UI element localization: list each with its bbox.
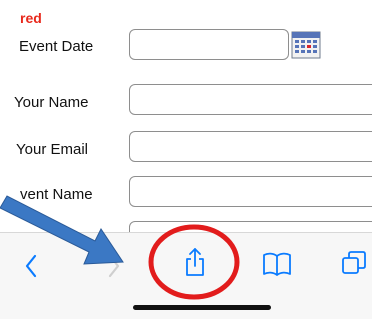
chevron-right-icon[interactable] [107,253,121,279]
calendar-button[interactable] [291,31,321,59]
event-date-input[interactable] [129,29,289,60]
your-email-label: Your Email [16,141,88,158]
tabs-icon[interactable] [340,249,368,277]
required-note: red [20,10,42,26]
event-date-label: Event Date [19,38,94,55]
your-name-input[interactable] [129,84,372,115]
calendar-icon [291,31,321,59]
event-name-input[interactable] [129,176,372,207]
share-icon[interactable] [182,247,208,277]
event-name-label: vent Name [20,186,93,203]
book-icon[interactable] [261,251,293,277]
chevron-left-icon[interactable] [24,253,38,279]
your-email-input[interactable] [129,131,372,162]
your-name-label: Your Name [14,94,89,111]
home-indicator [133,305,271,310]
